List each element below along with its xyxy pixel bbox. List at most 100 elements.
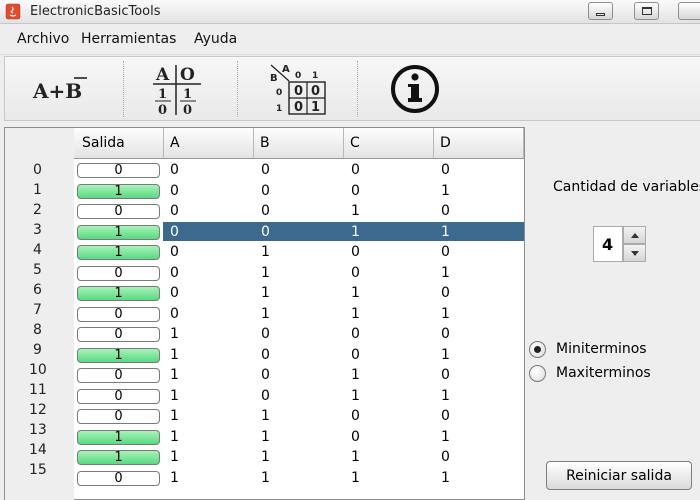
radio-button[interactable] [529, 365, 546, 382]
info-tool[interactable] [375, 59, 455, 119]
cell-a[interactable]: 1 [170, 326, 179, 342]
salida-toggle-button[interactable]: 0 [77, 388, 160, 404]
column-header-b[interactable]: B [254, 128, 344, 158]
cell-b[interactable]: 0 [261, 326, 270, 342]
spinner-up-button[interactable] [623, 226, 646, 244]
truth-table-tool[interactable]: A O 1 1 0 0 [137, 59, 217, 119]
table-row[interactable]: 10001 [74, 181, 524, 201]
variables-spinner-value[interactable]: 4 [593, 226, 623, 262]
table-row[interactable]: 10110 [74, 283, 524, 303]
cell-b[interactable]: 0 [261, 203, 270, 219]
maximize-button[interactable] [634, 2, 659, 20]
cell-c[interactable]: 0 [351, 408, 360, 424]
cell-c[interactable]: 0 [351, 162, 360, 178]
menu-herramientas[interactable]: Herramientas [81, 31, 176, 47]
cell-a[interactable]: 0 [170, 162, 179, 178]
cell-b[interactable]: 1 [261, 449, 270, 465]
cell-a[interactable]: 0 [170, 244, 179, 260]
cell-d[interactable]: 0 [441, 408, 450, 424]
menu-ayuda[interactable]: Ayuda [194, 31, 237, 47]
table-row[interactable]: 00101 [74, 263, 524, 283]
table-row[interactable]: 11101 [74, 427, 524, 447]
boolean-expression-tool[interactable]: A+B [25, 59, 97, 119]
cell-a[interactable]: 0 [170, 265, 179, 281]
cell-b[interactable]: 1 [261, 429, 270, 445]
table-row[interactable]: 10011 [74, 221, 524, 241]
cell-d[interactable]: 1 [441, 470, 450, 486]
cell-a[interactable]: 1 [170, 408, 179, 424]
salida-toggle-button[interactable]: 0 [77, 204, 160, 219]
cell-b[interactable]: 0 [261, 183, 270, 199]
salida-toggle-button[interactable]: 1 [77, 429, 160, 445]
cell-c[interactable]: 1 [351, 449, 360, 465]
radio-button-selected[interactable] [529, 341, 546, 358]
cell-c[interactable]: 0 [351, 183, 360, 199]
cell-b[interactable]: 1 [261, 244, 270, 260]
table-row[interactable]: 01111 [74, 468, 524, 488]
table-row[interactable]: 00000 [74, 160, 524, 180]
table-row[interactable]: 00010 [74, 201, 524, 221]
cell-d[interactable]: 0 [441, 285, 450, 301]
cell-d[interactable]: 0 [441, 449, 450, 465]
cell-d[interactable]: 0 [441, 244, 450, 260]
cell-a[interactable]: 0 [170, 183, 179, 199]
cell-a[interactable]: 1 [170, 367, 179, 383]
cell-a[interactable]: 0 [170, 203, 179, 219]
salida-toggle-button[interactable]: 1 [77, 450, 160, 465]
variables-spinner[interactable]: 4 [593, 226, 646, 262]
salida-toggle-button[interactable]: 1 [77, 286, 160, 301]
cell-a[interactable]: 1 [170, 449, 179, 465]
column-header-c[interactable]: C [344, 128, 434, 158]
table-row[interactable]: 01011 [74, 386, 524, 406]
table-row[interactable]: 01010 [74, 365, 524, 385]
salida-toggle-button[interactable]: 0 [77, 470, 160, 486]
salida-toggle-button[interactable]: 0 [77, 327, 160, 342]
radio-maxiterminos[interactable]: Maxiterminos [529, 363, 689, 385]
cell-c[interactable]: 0 [351, 244, 360, 260]
cell-c[interactable]: 0 [351, 326, 360, 342]
karnaugh-map-tool[interactable]: A B 0 1 0 1 0 0 0 1 [259, 59, 339, 119]
salida-toggle-button[interactable]: 1 [77, 183, 160, 199]
salida-toggle-button[interactable]: 0 [77, 265, 160, 281]
salida-toggle-button[interactable]: 0 [77, 306, 160, 322]
cell-b[interactable]: 0 [261, 162, 270, 178]
cell-b[interactable]: 0 [261, 347, 270, 363]
cell-c[interactable]: 1 [351, 224, 360, 240]
cell-b[interactable]: 1 [261, 306, 270, 322]
cell-d[interactable]: 1 [441, 183, 450, 199]
cell-a[interactable]: 1 [170, 470, 179, 486]
cell-a[interactable]: 0 [170, 224, 179, 240]
cell-a[interactable]: 0 [170, 306, 179, 322]
truth-table[interactable]: Salida A B C D 0000010001000101001110100… [74, 127, 525, 500]
cell-d[interactable]: 1 [441, 265, 450, 281]
cell-a[interactable]: 1 [170, 429, 179, 445]
cell-b[interactable]: 0 [261, 224, 270, 240]
radio-miniterminos[interactable]: Miniterminos [529, 339, 689, 361]
cell-d[interactable]: 0 [441, 162, 450, 178]
cell-d[interactable]: 1 [441, 224, 450, 240]
table-row[interactable]: 01100 [74, 406, 524, 426]
column-header-a[interactable]: A [164, 128, 254, 158]
cell-d[interactable]: 0 [441, 326, 450, 342]
spinner-down-button[interactable] [623, 244, 646, 262]
salida-toggle-button[interactable]: 0 [77, 163, 160, 178]
cell-d[interactable]: 1 [441, 347, 450, 363]
cell-d[interactable]: 0 [441, 203, 450, 219]
cell-b[interactable]: 1 [261, 265, 270, 281]
menu-archivo[interactable]: Archivo [17, 31, 69, 47]
cell-c[interactable]: 1 [351, 306, 360, 322]
cell-a[interactable]: 0 [170, 285, 179, 301]
salida-toggle-button[interactable]: 1 [77, 224, 160, 240]
cell-d[interactable]: 1 [441, 306, 450, 322]
close-button[interactable] [678, 2, 700, 20]
salida-toggle-button[interactable]: 1 [77, 245, 160, 260]
cell-c[interactable]: 1 [351, 367, 360, 383]
cell-b[interactable]: 0 [261, 367, 270, 383]
cell-b[interactable]: 0 [261, 388, 270, 404]
cell-c[interactable]: 0 [351, 265, 360, 281]
salida-toggle-button[interactable]: 1 [77, 347, 160, 363]
salida-toggle-button[interactable]: 0 [77, 368, 160, 383]
reset-output-button[interactable]: Reiniciar salida [546, 461, 692, 490]
cell-d[interactable]: 0 [441, 367, 450, 383]
column-header-salida[interactable]: Salida [74, 128, 164, 158]
